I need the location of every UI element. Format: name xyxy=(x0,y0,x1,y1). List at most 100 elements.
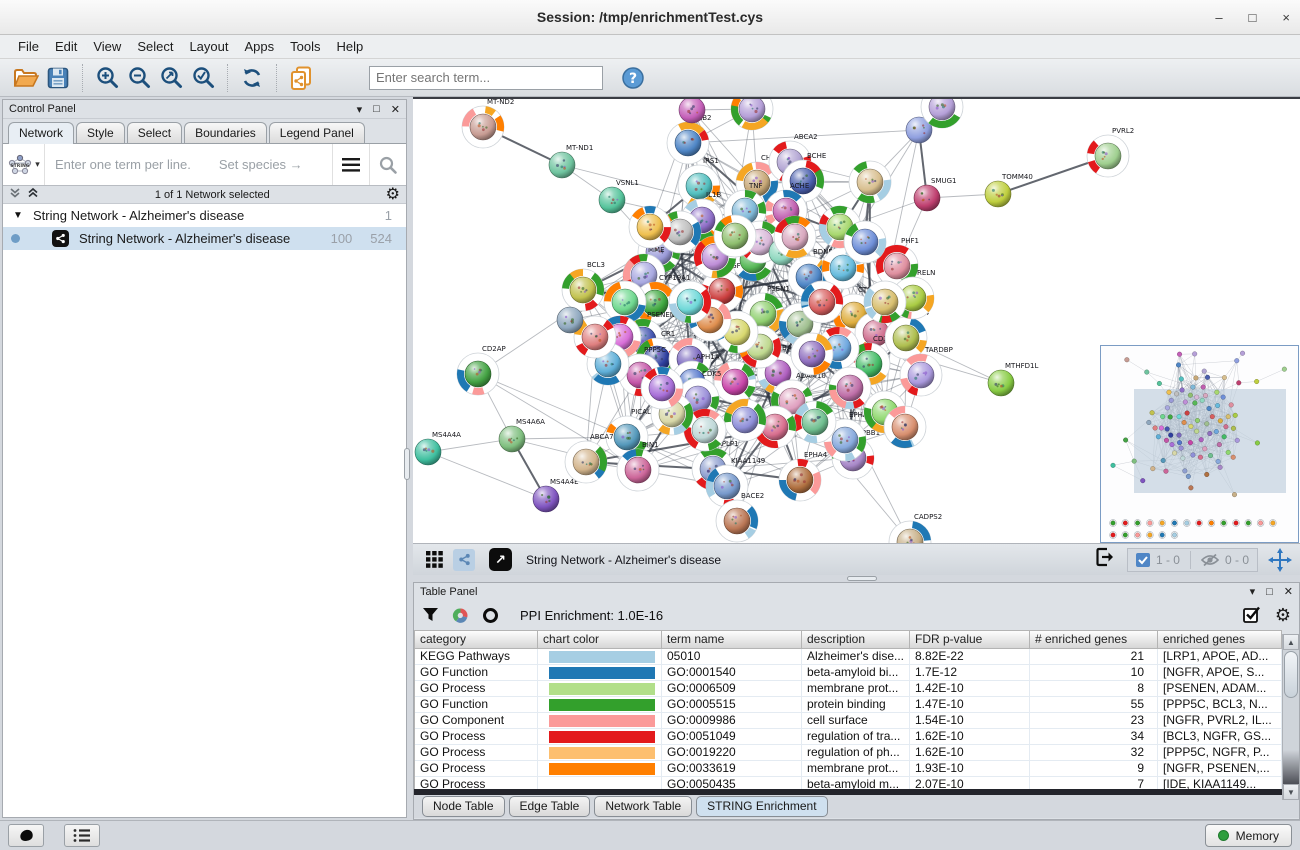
open-in-string-button[interactable]: ↗ xyxy=(489,548,512,571)
string-search-button[interactable] xyxy=(370,144,406,185)
minimize-button[interactable]: – xyxy=(1215,10,1222,25)
network-node-mthfd1l[interactable]: MTHFD1L xyxy=(988,362,1038,396)
share-network-button[interactable] xyxy=(453,549,475,571)
column-header-4[interactable]: FDR p-value xyxy=(910,631,1030,648)
column-header-2[interactable]: term name xyxy=(662,631,802,648)
panel-menu-icon[interactable]: ▾ xyxy=(1250,585,1256,598)
menu-select[interactable]: Select xyxy=(129,39,181,54)
close-panel-icon[interactable]: ✕ xyxy=(1284,585,1293,598)
network-node-ms4a6a[interactable]: MS4A6A xyxy=(499,418,545,452)
gear-icon[interactable]: ⚙ xyxy=(1275,607,1291,623)
menu-apps[interactable]: Apps xyxy=(237,39,283,54)
maximize-button[interactable]: □ xyxy=(1249,10,1257,25)
export-network-button[interactable] xyxy=(1093,545,1117,574)
clone-network-button[interactable] xyxy=(285,63,317,93)
cytoscape-tasks-button[interactable] xyxy=(8,824,44,847)
scroll-up-arrow[interactable]: ▲ xyxy=(1283,634,1299,650)
table-row[interactable]: GO FunctionGO:0001540beta-amyloid bi...1… xyxy=(415,665,1282,681)
table-row[interactable]: GO ProcessGO:0006509membrane prot...1.42… xyxy=(415,681,1282,697)
hidden-eye-icon[interactable] xyxy=(1201,553,1219,567)
network-node-mt-nd1[interactable]: MT-ND1 xyxy=(549,144,593,178)
filter-funnel-icon[interactable] xyxy=(422,607,439,623)
network-node-cadps2[interactable]: CADPS2 xyxy=(885,513,942,543)
collapse-triangle-icon[interactable]: ▼ xyxy=(3,210,33,221)
selected-checkbox-icon[interactable] xyxy=(1136,553,1150,567)
menu-tools[interactable]: Tools xyxy=(282,39,328,54)
menu-edit[interactable]: Edit xyxy=(47,39,85,54)
close-button[interactable]: × xyxy=(1282,10,1290,25)
menu-file[interactable]: File xyxy=(10,39,47,54)
refresh-button[interactable] xyxy=(236,63,268,93)
save-session-button[interactable] xyxy=(42,63,74,93)
tab-edge-table[interactable]: Edge Table xyxy=(509,796,591,817)
zoom-fit-button[interactable] xyxy=(155,63,187,93)
string-app-selector[interactable]: STRING ▾ xyxy=(3,144,45,185)
birds-eye-view[interactable] xyxy=(1100,345,1299,543)
vertical-splitter-handle[interactable] xyxy=(404,448,410,480)
network-node-tomm40[interactable]: TOMM40 xyxy=(985,173,1033,207)
string-query-placeholder[interactable]: Enter one term per line. xyxy=(55,157,191,172)
pan-crosshair-icon[interactable] xyxy=(1268,548,1292,572)
network-node-mt-nd2[interactable]: MT-ND2 xyxy=(459,99,515,151)
tab-string-enrichment[interactable]: STRING Enrichment xyxy=(696,796,827,817)
network-node-cd2ap[interactable]: CD2AP xyxy=(454,345,506,398)
network-node[interactable] xyxy=(679,99,705,123)
tab-network[interactable]: Network xyxy=(8,122,74,144)
scrollbar-thumb[interactable] xyxy=(1284,651,1298,698)
expand-all-button[interactable] xyxy=(27,186,39,204)
tab-node-table[interactable]: Node Table xyxy=(422,796,505,817)
network-node-vsnl1[interactable]: VSNL1 xyxy=(599,179,639,213)
network-node-pvrl2[interactable]: PVRL2 xyxy=(1084,127,1135,180)
collapse-all-button[interactable] xyxy=(9,186,21,204)
table-row[interactable]: GO ProcessGO:0050435beta-amyloid m...2.0… xyxy=(415,777,1282,789)
column-header-3[interactable]: description xyxy=(802,631,910,648)
zoom-in-button[interactable] xyxy=(91,63,123,93)
menu-view[interactable]: View xyxy=(85,39,129,54)
memory-button[interactable]: Memory xyxy=(1205,824,1292,847)
string-options-button[interactable] xyxy=(333,144,369,185)
panel-menu-icon[interactable]: ▾ xyxy=(357,103,363,116)
search-input[interactable] xyxy=(369,66,603,90)
help-button[interactable]: ? xyxy=(617,63,649,93)
column-header-0[interactable]: category xyxy=(415,631,538,648)
table-row[interactable]: GO ProcessGO:0051049regulation of tra...… xyxy=(415,729,1282,745)
column-header-5[interactable]: # enriched genes xyxy=(1030,631,1158,648)
zoom-out-button[interactable] xyxy=(123,63,155,93)
network-node-smug1[interactable]: SMUG1 xyxy=(914,177,956,211)
gear-icon[interactable]: ⚙ xyxy=(386,187,400,203)
menu-layout[interactable]: Layout xyxy=(181,39,236,54)
select-rows-checkbox-icon[interactable] xyxy=(1243,606,1261,624)
zoom-selected-button[interactable] xyxy=(187,63,219,93)
menu-help[interactable]: Help xyxy=(329,39,372,54)
float-panel-icon[interactable]: □ xyxy=(373,103,380,115)
table-row[interactable]: GO FunctionGO:0005515protein binding1.47… xyxy=(415,697,1282,713)
scroll-down-arrow[interactable]: ▼ xyxy=(1283,784,1299,800)
network-node[interactable] xyxy=(557,307,583,333)
tab-legend-panel[interactable]: Legend Panel xyxy=(269,122,365,143)
tab-network-table[interactable]: Network Table xyxy=(594,796,692,817)
table-row[interactable]: GO ComponentGO:0009986cell surface1.54E-… xyxy=(415,713,1282,729)
task-history-button[interactable] xyxy=(64,824,100,847)
horizontal-splitter[interactable] xyxy=(413,575,1300,582)
network-collection-row[interactable]: ▼ String Network - Alzheimer's disease 1 xyxy=(3,204,406,227)
network-node[interactable] xyxy=(727,99,776,134)
network-node-epha4[interactable]: EPHA4 xyxy=(777,451,828,503)
column-header-6[interactable]: enriched genes xyxy=(1158,631,1282,648)
open-session-button[interactable] xyxy=(10,63,42,93)
tab-style[interactable]: Style xyxy=(76,122,125,143)
tab-boundaries[interactable]: Boundaries xyxy=(184,122,267,143)
donut-chart-icon[interactable] xyxy=(452,607,469,624)
table-vertical-scrollbar[interactable]: ▲ ▼ xyxy=(1282,634,1299,800)
table-row[interactable]: KEGG Pathways05010Alzheimer's dise...8.8… xyxy=(415,649,1282,665)
network-node-ms4a4e[interactable]: MS4A4E xyxy=(533,478,579,512)
float-panel-icon[interactable]: □ xyxy=(1266,586,1273,598)
table-row[interactable]: GO ProcessGO:0019220regulation of ph...1… xyxy=(415,745,1282,761)
network-row-selected[interactable]: String Network - Alzheimer's disease 100… xyxy=(3,227,406,250)
network-node[interactable] xyxy=(845,157,894,206)
tab-select[interactable]: Select xyxy=(127,122,182,143)
set-species-hint[interactable]: Set species → xyxy=(219,157,303,172)
grid-view-button[interactable] xyxy=(421,545,447,575)
table-row[interactable]: GO ProcessGO:0033619membrane prot...1.93… xyxy=(415,761,1282,777)
ring-chart-icon[interactable] xyxy=(482,607,499,624)
column-header-1[interactable]: chart color xyxy=(538,631,662,648)
